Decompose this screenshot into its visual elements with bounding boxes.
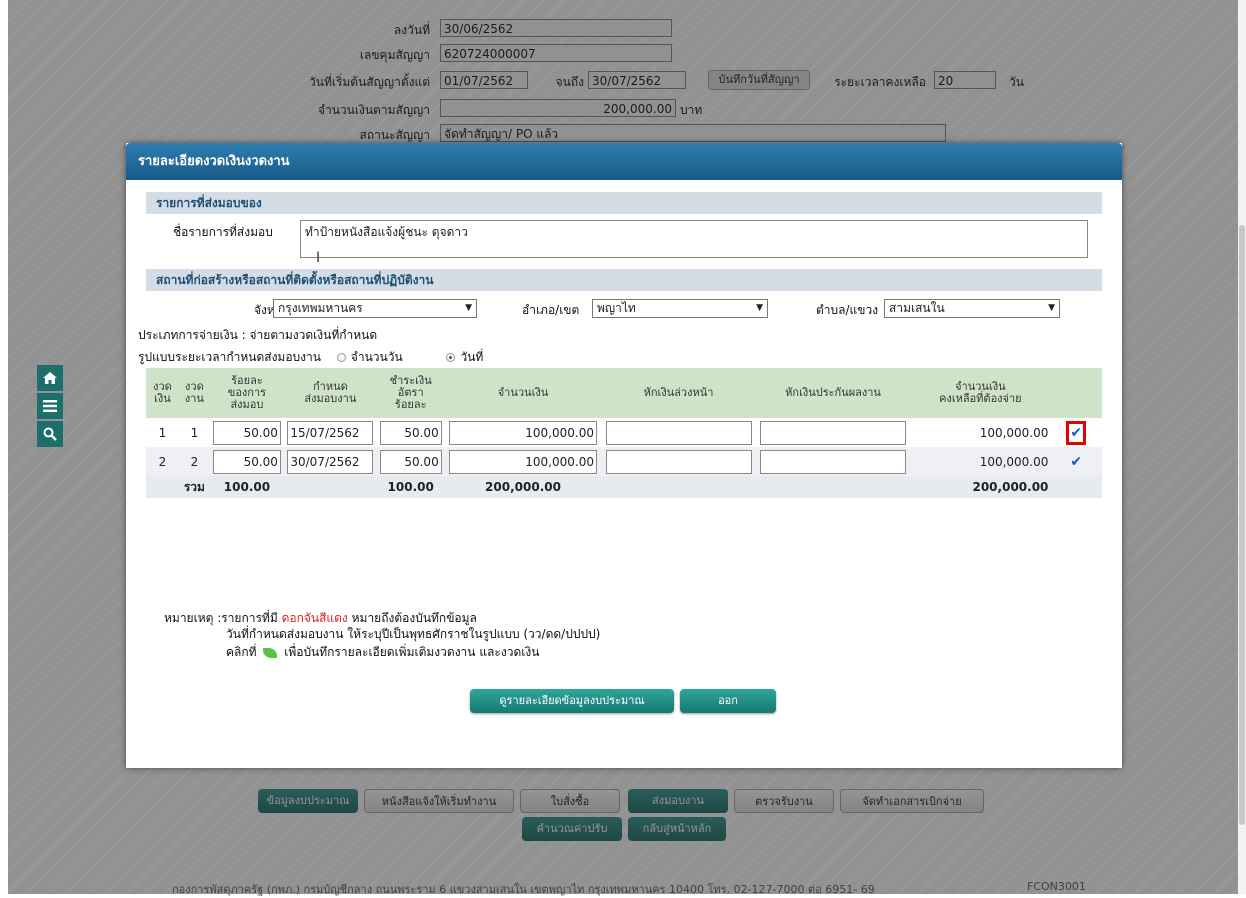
note-suffix: หมายถึงต้องบันทึกข้อมูล [351,611,477,625]
percent-input[interactable]: 50.00 [212,449,281,474]
percent-input[interactable]: 50.00 [212,420,281,445]
view-budget-detail-button[interactable]: ดูรายละเอียดข้อมูลงบประมาณ [470,689,674,713]
period-format-label: รูปแบบระยะเวลากำหนดส่งมอบงาน [138,350,321,364]
menu-icon[interactable] [37,393,63,419]
col-guarantee: หักเงินประกันผลงาน [755,368,911,418]
pay-rate-input[interactable]: 50.00 [379,449,442,474]
pay-rate-input[interactable]: 50.00 [379,420,442,445]
district-label: อำเภอ/เขต [522,303,580,317]
total-label: รวม [178,476,210,498]
col-pay-no: งวด เงิน [146,368,179,418]
radio-days-label: จำนวนวัน [350,350,403,364]
cell-work-no: 2 [178,447,210,476]
total-amount: 200,000.00 [444,476,602,498]
note-line-2: วันที่กำหนดส่งมอบงาน ให้ระบุปีเป็นพุทธศั… [226,627,601,641]
edit-check-icon[interactable]: ✔ [1070,454,1082,470]
note-prefix: หมายเหตุ :รายการที่มี [164,611,278,625]
radio-days[interactable] [336,353,346,362]
add-detail-icon [263,647,278,658]
total-blank [146,476,179,498]
col-pay-rate: ชำระเงิน อัตรา ร้อยละ [376,368,445,418]
total-pay-rate: 100.00 [376,476,445,498]
total-blank [601,476,756,498]
col-action [1050,368,1102,418]
cell-pay-no: 1 [146,418,179,447]
exit-button[interactable]: ออก [680,689,776,713]
cell-pay-no: 2 [146,447,179,476]
note-line-3: คลิกที่ เพื่อบันทึกรายละเอียดเพิ่มเติมงว… [226,643,539,662]
edit-check-icon[interactable]: ✔ [1066,420,1086,445]
guarantee-input[interactable] [760,449,907,474]
col-remaining: จำนวนเงิน คงเหลือที่ต้องจ่าย [910,368,1051,418]
payment-type-text: ประเภทการจ่ายเงิน : จ่ายตามงวดเงินที่กำห… [138,328,378,342]
guarantee-input[interactable] [760,420,907,445]
side-toolbar [37,365,65,449]
total-blank [284,476,377,498]
modal-title: รายละเอียดงวดเงินงวดงาน [126,143,1122,180]
note-red: ดอกจันสีแดง [281,611,348,625]
amount-input[interactable]: 100,000.00 [448,449,597,474]
note-line3-prefix: คลิกที่ [226,645,257,659]
search-icon[interactable] [37,421,63,447]
page-scrollbar[interactable] [1238,0,1246,894]
total-blank [1050,476,1102,498]
amount-input[interactable]: 100,000.00 [448,420,597,445]
total-remaining: 200,000.00 [910,476,1051,498]
installment-modal: รายละเอียดงวดเงินงวดงาน รายการที่ส่งมอบข… [126,143,1122,768]
cell-remaining: 100,000.00 [910,418,1051,447]
scrollbar-thumb[interactable] [1239,225,1245,825]
cell-work-no: 1 [178,418,210,447]
table-header-row: งวด เงิน งวด งาน ร้อยละ ของการ ส่งมอบ กำหนดส… [146,368,1102,418]
table-total-row: รวม 100.00 100.00 200,000.00 200,000.00 [146,476,1102,498]
period-format-row: รูปแบบระยะเวลากำหนดส่งมอบงาน จำนวนวัน วั… [138,348,483,367]
province-select[interactable]: กรุงเทพมหานคร ▼ [273,299,477,318]
table-row: 2 2 50.00 30/07/2562 50.00 100,000.00 10… [146,447,1102,476]
cell-remaining: 100,000.00 [910,447,1051,476]
province-value: กรุงเทพมหานคร [278,301,363,315]
total-percent: 100.00 [209,476,285,498]
advance-input[interactable] [605,420,752,445]
delivery-name-input[interactable]: ทำป้ายหนังสือแจ้งผู้ชนะ ดุจดาว [300,220,1088,258]
subdistrict-value: สามเสนใน [889,301,945,315]
total-blank [755,476,911,498]
subdistrict-select[interactable]: สามเสนใน ▼ [884,299,1060,318]
chevron-down-icon: ▼ [1048,303,1055,313]
subdistrict-label: ตำบล/แขวง [816,303,879,317]
advance-input[interactable] [605,449,752,474]
delivery-section-header: รายการที่ส่งมอบของ [146,192,1102,214]
delivery-name-label: ชื่อรายการที่ส่งมอบ [173,225,273,239]
district-value: พญาไท [597,301,636,315]
col-advance: หักเงินล่วงหน้า [601,368,756,418]
chevron-down-icon: ▼ [465,303,472,313]
radio-date[interactable] [446,353,456,362]
text-cursor-icon: I [316,250,321,266]
col-percent: ร้อยละ ของการ ส่งมอบ [209,368,285,418]
location-section-header: สถานที่ก่อสร้างหรือสถานที่ติดตั้งหรือสถา… [146,269,1102,291]
due-date-input[interactable]: 30/07/2562 [287,449,374,474]
col-work-no: งวด งาน [178,368,210,418]
note-line3-suffix: เพื่อบันทึกรายละเอียดเพิ่มเติมงวดงาน และ… [284,645,540,659]
col-amount: จำนวนเงิน [444,368,602,418]
radio-date-label: วันที่ [460,350,484,364]
home-icon[interactable] [37,365,63,391]
chevron-down-icon: ▼ [756,303,763,313]
due-date-input[interactable]: 15/07/2562 [287,420,374,445]
table-row: 1 1 50.00 15/07/2562 50.00 100,000.00 10… [146,418,1102,447]
installment-table: งวด เงิน งวด งาน ร้อยละ ของการ ส่งมอบ กำหนดส… [146,368,1102,498]
col-due: กำหนด ส่งมอบงาน [284,368,377,418]
district-select[interactable]: พญาไท ▼ [592,299,768,318]
